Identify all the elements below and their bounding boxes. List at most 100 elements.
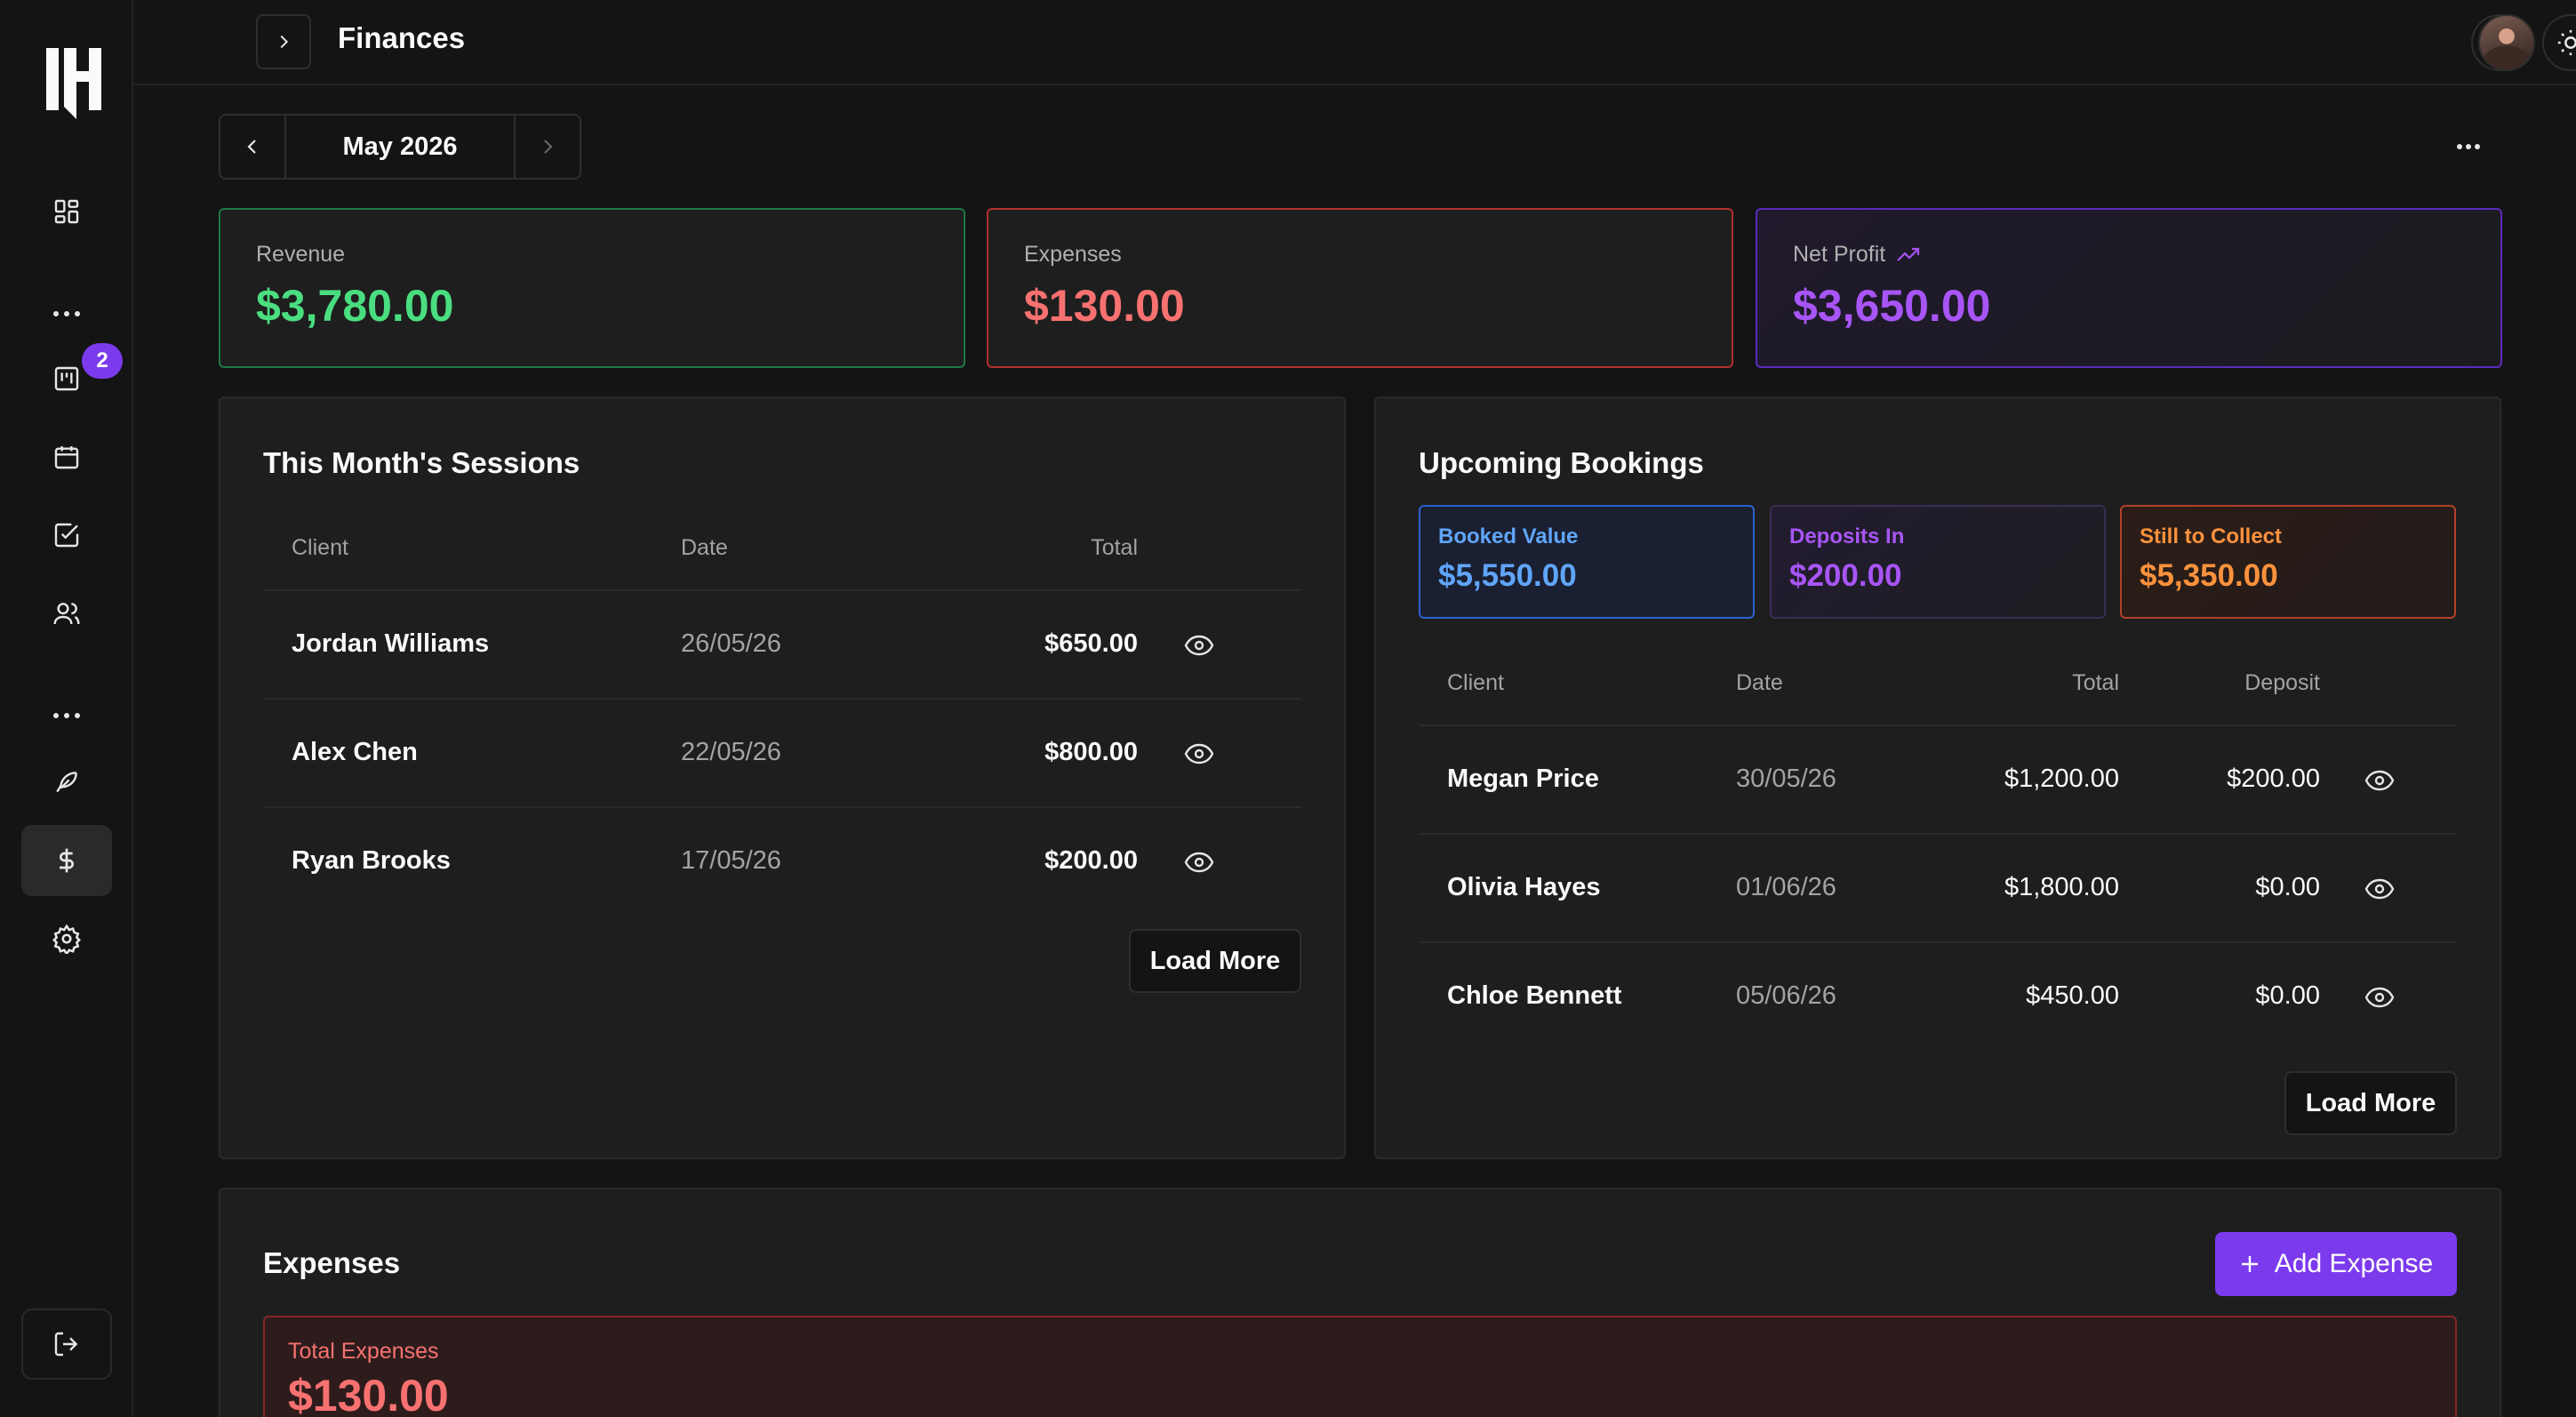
view-booking-button[interactable]	[2364, 987, 2395, 1008]
more-horizontal-icon	[52, 712, 81, 719]
sessions-col-client: Client	[292, 535, 348, 560]
page-title: Finances	[338, 21, 466, 54]
bookings-col-total: Total	[2072, 670, 2119, 695]
chevron-right-icon	[274, 32, 293, 52]
still-to-collect-card: Still to Collect $5,350.00	[2120, 505, 2456, 619]
nav-marketing[interactable]	[21, 747, 112, 818]
avatar[interactable]	[2478, 14, 2535, 71]
booking-total: $450.00	[2026, 981, 2119, 1010]
prev-month-button[interactable]	[220, 116, 284, 178]
nav-tasks[interactable]	[21, 500, 112, 571]
sidebar-toggle-button[interactable]	[256, 14, 311, 69]
view-session-button[interactable]	[1184, 743, 1214, 765]
session-date: 26/05/26	[681, 629, 781, 658]
booking-deposit: $0.00	[2255, 873, 2320, 901]
divider	[263, 698, 1301, 700]
deposits-in-label: Deposits In	[1789, 524, 1905, 548]
nav-group-more-2[interactable]	[21, 702, 112, 729]
revenue-card: Revenue $3,780.00	[219, 208, 965, 368]
booking-date: 01/06/26	[1736, 873, 1836, 901]
session-client: Jordan Williams	[292, 629, 490, 658]
expenses-card: Expenses $130.00	[987, 208, 1733, 368]
session-total: $800.00	[1044, 738, 1138, 766]
divider	[1419, 725, 2457, 726]
chevron-left-icon	[242, 136, 263, 157]
booked-value-card: Booked Value $5,550.00	[1419, 505, 1755, 619]
deposits-in-amount: $200.00	[1789, 558, 1902, 593]
net-profit-value: $3,650.00	[1793, 281, 1991, 331]
top-header: Finances	[133, 0, 2576, 85]
add-expense-label: Add Expense	[2274, 1249, 2434, 1278]
nav-dashboard[interactable]	[21, 176, 112, 247]
dashboard-icon	[52, 197, 81, 226]
revenue-label: Revenue	[256, 242, 346, 267]
booking-client: Olivia Hayes	[1447, 873, 1601, 901]
chevron-right-icon	[537, 136, 558, 157]
bookings-col-deposit: Deposit	[2244, 670, 2320, 695]
sessions-col-total: Total	[1091, 535, 1138, 560]
deposits-in-card: Deposits In $200.00	[1770, 505, 2106, 619]
nav-group-more-1[interactable]	[21, 300, 112, 327]
total-expenses-card: Total Expenses $130.00	[263, 1316, 2457, 1417]
logout-icon	[52, 1330, 81, 1358]
session-date: 22/05/26	[681, 738, 781, 766]
notification-badge: 2	[82, 343, 123, 379]
booking-date: 30/05/26	[1736, 765, 1836, 793]
calendar-icon	[52, 443, 81, 471]
eye-icon	[2364, 770, 2395, 791]
session-client: Alex Chen	[292, 738, 418, 766]
divider	[1419, 833, 2457, 835]
nav-finances[interactable]	[21, 825, 112, 896]
eye-icon	[1184, 743, 1214, 765]
net-profit-card: Net Profit $3,650.00	[1756, 208, 2502, 368]
expenses-label: Expenses	[1024, 242, 1122, 267]
more-horizontal-icon	[52, 310, 81, 317]
sessions-load-more-button[interactable]: Load More	[1129, 929, 1301, 993]
bookings-load-more-button[interactable]: Load More	[2284, 1071, 2457, 1135]
checkbox-icon	[52, 521, 81, 549]
nav-settings[interactable]	[21, 903, 112, 974]
nav-clients[interactable]	[21, 578, 112, 649]
session-total: $650.00	[1044, 629, 1138, 658]
app-logo[interactable]	[44, 44, 103, 119]
net-profit-label-row: Net Profit	[1793, 242, 2465, 268]
divider	[263, 806, 1301, 808]
feather-icon	[52, 768, 81, 797]
total-expenses-label: Total Expenses	[288, 1339, 439, 1364]
booking-client: Megan Price	[1447, 765, 1599, 793]
eye-icon	[1184, 852, 1214, 873]
booking-client: Chloe Bennett	[1447, 981, 1622, 1010]
expenses-section-title: Expenses	[263, 1246, 401, 1279]
bookings-col-client: Client	[1447, 670, 1504, 695]
booked-value-amount: $5,550.00	[1438, 558, 1577, 593]
view-session-button[interactable]	[1184, 635, 1214, 656]
nav-calendar[interactable]	[21, 421, 112, 492]
sidebar: 2	[0, 0, 133, 1417]
board-icon	[52, 364, 81, 393]
page-options-button[interactable]	[2446, 132, 2491, 162]
dollar-icon	[52, 846, 81, 875]
view-booking-button[interactable]	[2364, 770, 2395, 791]
sessions-col-date: Date	[681, 535, 728, 560]
logout-button[interactable]	[21, 1309, 112, 1380]
total-expenses-value: $130.00	[288, 1371, 449, 1417]
booking-deposit: $0.00	[2255, 981, 2320, 1010]
users-icon	[52, 599, 81, 628]
sun-icon	[2556, 28, 2576, 58]
eye-icon	[1184, 635, 1214, 656]
view-session-button[interactable]	[1184, 852, 1214, 873]
view-booking-button[interactable]	[2364, 878, 2395, 900]
bookings-title: Upcoming Bookings	[1419, 446, 1704, 479]
eye-icon	[2364, 987, 2395, 1008]
theme-toggle-button[interactable]	[2542, 14, 2576, 71]
sessions-panel	[219, 396, 1346, 1159]
trending-up-icon	[1896, 246, 1921, 264]
booking-date: 05/06/26	[1736, 981, 1836, 1010]
next-month-button[interactable]	[516, 116, 580, 178]
net-profit-label: Net Profit	[1793, 242, 1886, 267]
add-expense-button[interactable]: Add Expense	[2215, 1232, 2457, 1296]
booking-total: $1,800.00	[2004, 873, 2119, 901]
booked-value-label: Booked Value	[1438, 524, 1579, 548]
expenses-value: $130.00	[1024, 281, 1185, 331]
booking-deposit: $200.00	[2227, 765, 2320, 793]
